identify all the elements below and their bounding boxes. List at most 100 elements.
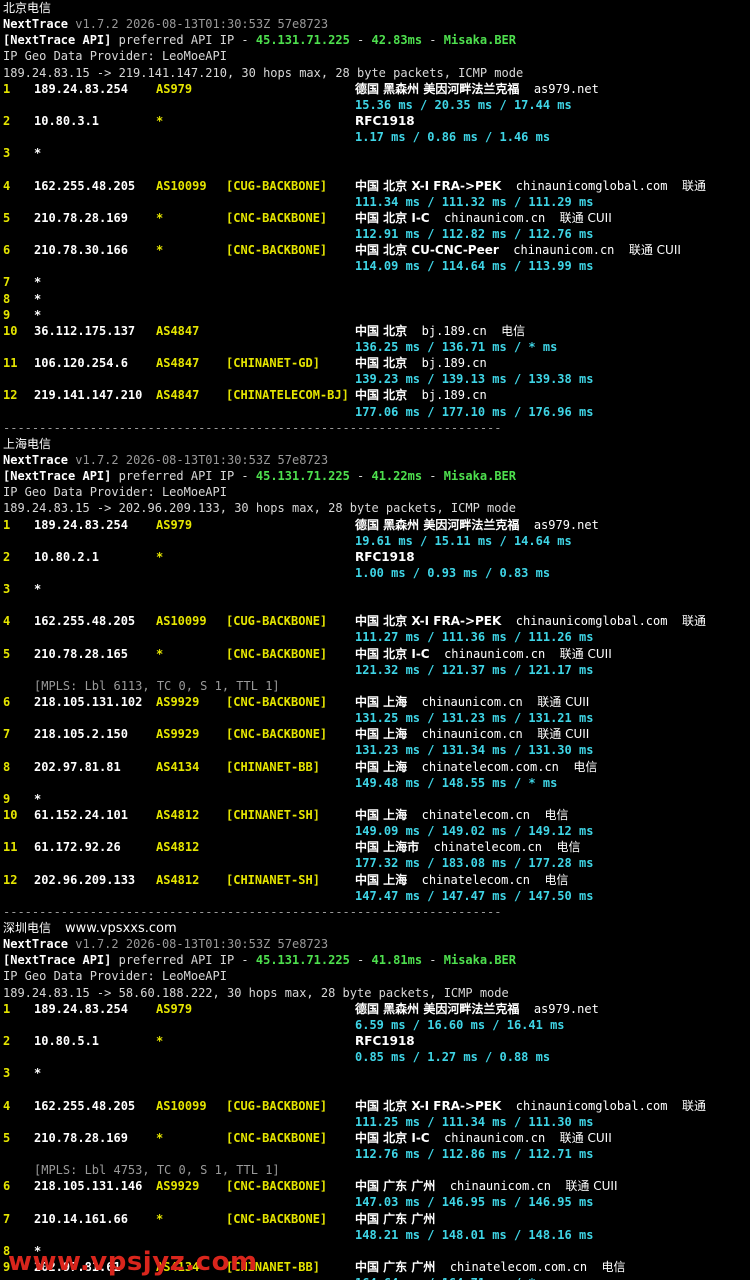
hop-number: 1 xyxy=(3,517,11,532)
hop-asn: AS4847 xyxy=(156,356,200,371)
hop-domain: chinaunicomglobal.com xyxy=(515,614,668,629)
hop-rtt: 147.03 ms / 146.95 ms / 146.95 ms xyxy=(355,1195,594,1210)
hop-asn: * xyxy=(156,113,164,128)
hop-number: 5 xyxy=(3,646,11,661)
hop-geo-group: 中国 北京 I-C chinaunicom.cn 联通 CUII xyxy=(355,646,612,662)
hop-geo: 中国 上海 xyxy=(355,872,408,887)
hop-row[interactable]: 4 162.255.48.205 AS10099 [CUG-BACKBONE] 中国 北… xyxy=(0,178,750,194)
hop-row[interactable]: 2 10.80.3.1 * RFC1918 xyxy=(0,113,750,129)
hop-row[interactable]: 10 36.112.175.137 AS4847 中国 北京 bj.189.cn 电信 xyxy=(0,323,750,339)
mpls-label: [MPLS: Lbl 4753, TC 0, S 1, TTL 1] xyxy=(34,1163,280,1178)
section-title-line: 北京电信 xyxy=(0,0,750,16)
hop-row[interactable]: 9 * xyxy=(0,791,750,807)
hop-rtt-line: 19.61 ms / 15.11 ms / 14.64 ms xyxy=(0,533,750,549)
hop-row[interactable]: 6 218.105.131.146 AS9929 [CNC-BACKBONE] 中国 广… xyxy=(0,1178,750,1194)
hop-row[interactable]: 5 210.78.28.169 * [CNC-BACKBONE] 中国 北京 I-C c… xyxy=(0,210,750,226)
hop-row[interactable]: 2 10.80.5.1 * RFC1918 xyxy=(0,1033,750,1049)
hop-domain: chinatelecom.cn xyxy=(421,808,531,823)
hop-ip: 10.80.5.1 xyxy=(34,1034,100,1048)
hop-tag: [CNC-BACKBONE] xyxy=(226,727,328,742)
hop-ip: 202.96.209.133 xyxy=(34,872,136,887)
hop-number: 10 xyxy=(3,808,18,823)
hop-rtt: 114.09 ms / 114.64 ms / 113.99 ms xyxy=(355,259,594,274)
hop-rtt-line: 149.09 ms / 149.02 ms / 149.12 ms xyxy=(0,823,750,839)
hop-number: 7 xyxy=(3,727,11,742)
hop-asn: * xyxy=(156,1034,164,1048)
hop-domain: chinaunicom.cn xyxy=(444,1130,546,1145)
hop-rtt-line: 149.48 ms / 148.55 ms / * ms xyxy=(0,775,750,791)
hop-isp: 联通 CUII xyxy=(537,695,590,710)
hop-row[interactable]: 3 * xyxy=(0,581,750,597)
hop-asn: * xyxy=(156,1130,164,1145)
hop-row[interactable]: 5 210.78.28.169 * [CNC-BACKBONE] 中国 北京 I-C c… xyxy=(0,1130,750,1146)
hop-number: 3 xyxy=(3,146,11,161)
hop-geo: 德国 黑森州 美因河畔法兰克福 xyxy=(355,1001,520,1016)
hop-row[interactable]: 7 210.14.161.66 * [CNC-BACKBONE] 中国 广东 广州 xyxy=(0,1211,750,1227)
hop-geo: 中国 北京 xyxy=(355,323,408,338)
section-title: 北京电信 xyxy=(3,1,52,15)
hop-rtt: 111.27 ms / 111.36 ms / 111.26 ms xyxy=(355,630,594,645)
hop-geo: RFC1918 xyxy=(355,549,415,564)
hop-row[interactable]: 9 * xyxy=(0,307,750,323)
hop-row[interactable]: 8 202.97.81.81 AS4134 [CHINANET-BB] 中国 上海 ch… xyxy=(0,759,750,775)
hop-asn: AS9929 xyxy=(156,727,200,742)
hop-geo: 中国 北京 I-C xyxy=(355,646,430,661)
hop-row[interactable]: 6 210.78.30.166 * [CNC-BACKBONE] 中国 北京 CU-CN… xyxy=(0,242,750,258)
hop-row[interactable]: 3 * xyxy=(0,145,750,161)
hop-row[interactable]: 7 218.105.2.150 AS9929 [CNC-BACKBONE] 中国 上海 … xyxy=(0,726,750,742)
hop-row[interactable]: 8 * xyxy=(0,291,750,307)
hop-number: 4 xyxy=(3,1098,11,1113)
hop-row[interactable]: 1 189.24.83.254 AS979 德国 黑森州 美因河畔法兰克福 as979… xyxy=(0,517,750,533)
hop-row[interactable]: 4 162.255.48.205 AS10099 [CUG-BACKBONE] 中国 北… xyxy=(0,1098,750,1114)
hop-asn: * xyxy=(156,243,164,258)
hop-row[interactable]: 4 162.255.48.205 AS10099 [CUG-BACKBONE] 中国 北… xyxy=(0,613,750,629)
hop-ip: 106.120.254.6 xyxy=(34,356,128,371)
hop-geo: 中国 广东 广州 xyxy=(355,1259,436,1274)
hop-tag: [CNC-BACKBONE] xyxy=(226,1179,328,1194)
hop-domain: chinaunicomglobal.com xyxy=(515,1098,668,1113)
hop-row[interactable]: 5 210.78.28.165 * [CNC-BACKBONE] 中国 北京 I-C c… xyxy=(0,646,750,662)
api-sep2: - xyxy=(422,469,444,484)
hop-ip: 218.105.131.102 xyxy=(34,695,143,710)
hop-number: 7 xyxy=(3,1211,11,1226)
hop-isp: 电信 xyxy=(544,872,569,887)
api-text: preferred API IP - xyxy=(111,469,256,484)
hop-number: 5 xyxy=(3,210,11,225)
hop-row[interactable]: 2 10.80.2.1 * RFC1918 xyxy=(0,549,750,565)
hop-row[interactable]: 1 189.24.83.254 AS979 德国 黑森州 美因河畔法兰克福 as979… xyxy=(0,1001,750,1017)
section-separator: ----------------------------------------… xyxy=(3,420,502,435)
hop-rtt-line: 1.00 ms / 0.93 ms / 0.83 ms xyxy=(0,565,750,581)
hop-rtt: 164.64 ms / 164.71 ms / * ms xyxy=(355,1275,557,1280)
geo-provider-line: IP Geo Data Provider: LeoMoeAPI xyxy=(3,969,227,984)
hop-row[interactable]: 10 61.152.24.101 AS4812 [CHINANET-SH] 中国 上海 … xyxy=(0,807,750,823)
api-latency: 41.81ms xyxy=(371,953,423,968)
hop-number: 4 xyxy=(3,178,11,193)
hop-geo: 中国 北京 I-C xyxy=(355,210,430,225)
hop-geo-group: 中国 上海 chinatelecom.cn 电信 xyxy=(355,807,568,823)
hop-row[interactable]: 12 202.96.209.133 AS4812 [CHINANET-SH] 中国 上海… xyxy=(0,872,750,888)
hop-domain: chinaunicom.cn xyxy=(421,695,523,710)
version-name: NextTrace xyxy=(3,452,69,467)
hop-row[interactable]: 1 189.24.83.254 AS979 德国 黑森州 美因河畔法兰克福 as979… xyxy=(0,81,750,97)
hop-row[interactable]: 12 219.141.147.210 AS4847 [CHINATELECOM-BJ]… xyxy=(0,387,750,403)
hop-row[interactable]: 7 * xyxy=(0,274,750,290)
hop-geo-group: 中国 北京 I-C chinaunicom.cn 联通 CUII xyxy=(355,210,612,226)
hop-rtt: 1.00 ms / 0.93 ms / 0.83 ms xyxy=(355,565,551,580)
hop-row[interactable]: 11 106.120.254.6 AS4847 [CHINANET-GD] 中国 北京 … xyxy=(0,355,750,371)
hop-row[interactable]: 6 218.105.131.102 AS9929 [CNC-BACKBONE] 中国 上… xyxy=(0,694,750,710)
hop-asn: AS979 xyxy=(156,81,193,96)
trace-header-line: 189.24.83.15 -> 202.96.209.133, 30 hops … xyxy=(3,501,516,516)
hop-geo-group: 中国 上海市 chinatelecom.cn 电信 xyxy=(355,839,580,855)
hop-ip: 61.172.92.26 xyxy=(34,840,121,855)
terminal-window[interactable]: 北京电信 NextTrace v1.7.2 2026-08-13T01:30:53… xyxy=(0,0,750,1280)
hop-asn: * xyxy=(156,210,164,225)
hop-domain: as979.net xyxy=(533,81,599,96)
api-ip: 45.131.71.225 xyxy=(255,953,350,968)
trace-header-line: 189.24.83.15 -> 219.141.147.210, 30 hops… xyxy=(3,65,524,80)
hop-row[interactable]: 11 61.172.92.26 AS4812 中国 上海市 chinatelecom.… xyxy=(0,839,750,855)
hop-rtt: 149.09 ms / 149.02 ms / 149.12 ms xyxy=(355,824,594,839)
hop-rtt-line: 148.21 ms / 148.01 ms / 148.16 ms xyxy=(0,1227,750,1243)
hop-isp: 联通 xyxy=(681,178,706,193)
hop-row[interactable]: 3 * xyxy=(0,1065,750,1081)
